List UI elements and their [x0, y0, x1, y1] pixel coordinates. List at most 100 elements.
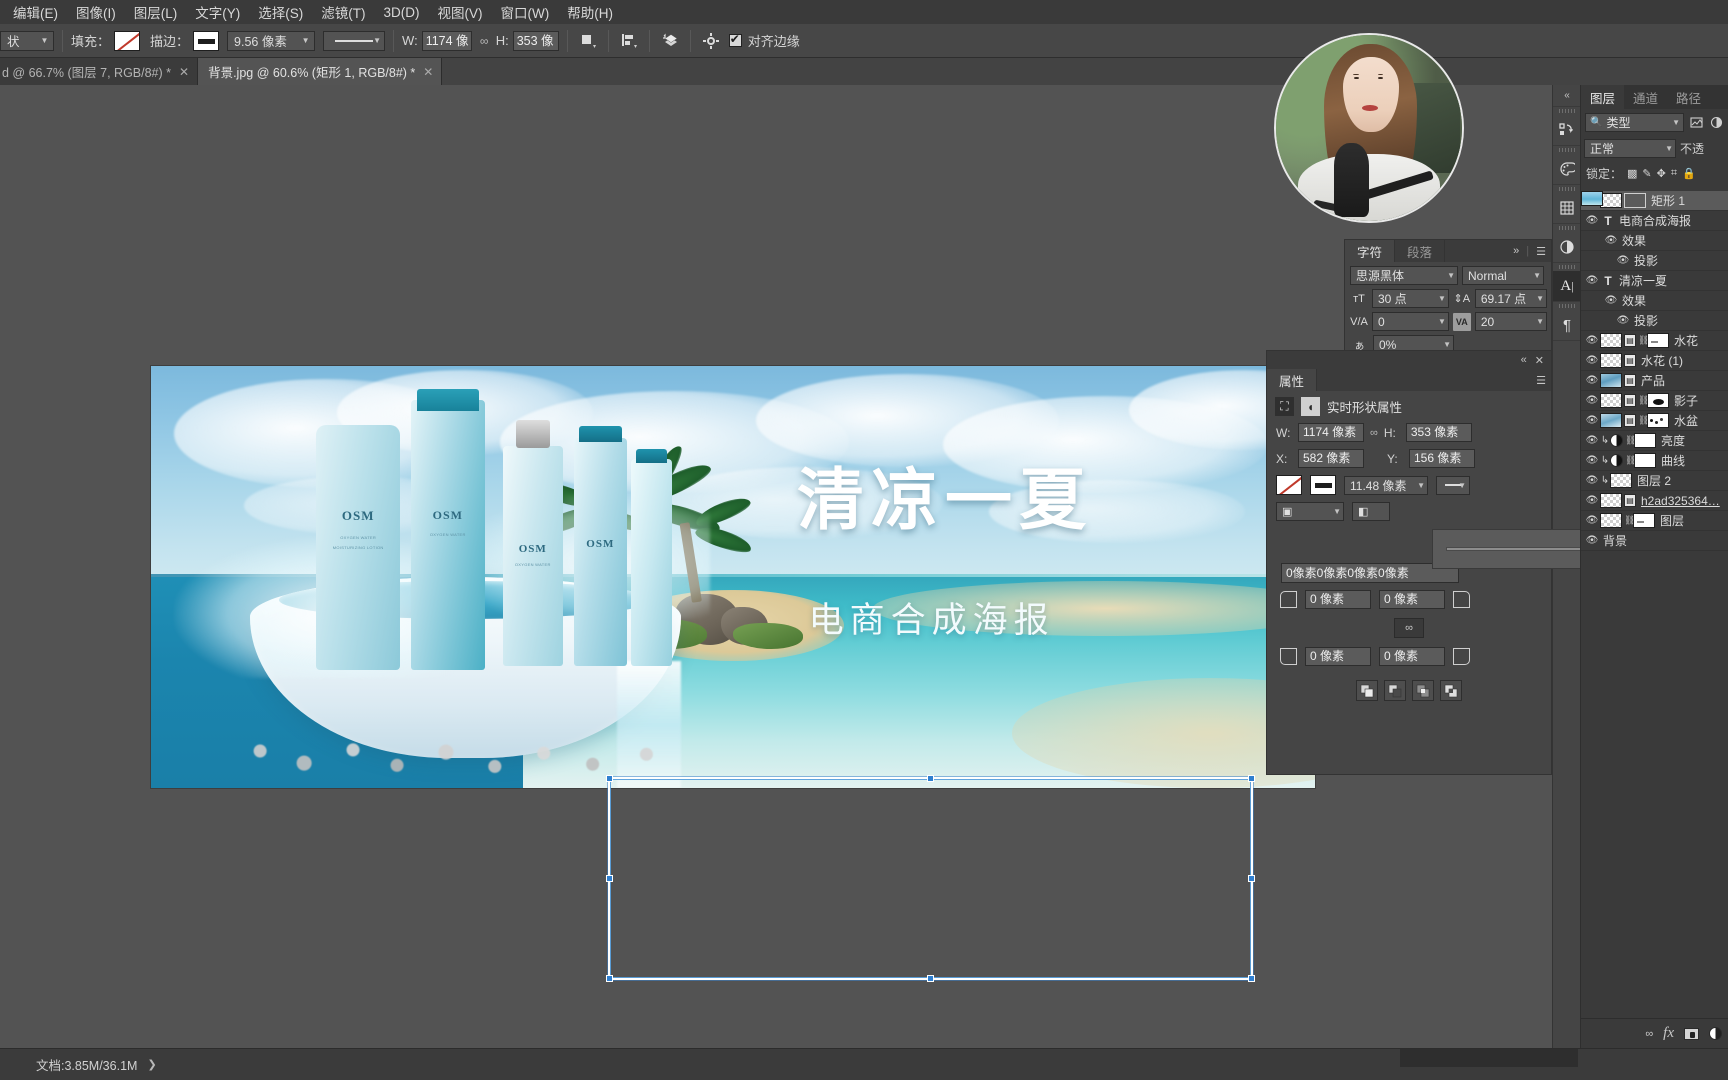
layer-name[interactable]: 水花 (1): [1641, 352, 1683, 369]
visibility-toggle-icon[interactable]: 👁: [1584, 513, 1600, 529]
leading-input[interactable]: 69.17 点 ▼: [1474, 289, 1547, 308]
panel-menu-icon[interactable]: ☰: [1536, 245, 1546, 258]
layer-name[interactable]: 亮度: [1661, 432, 1685, 449]
layer-name[interactable]: 矩形 1: [1651, 192, 1685, 209]
layer-name[interactable]: 曲线: [1661, 452, 1685, 469]
stroke-width-input[interactable]: 9.56 像素 ▼: [227, 30, 316, 51]
shape-height-input[interactable]: 353 像: [512, 30, 559, 51]
menu-item-filter[interactable]: 滤镜(T): [312, 0, 374, 24]
lock-image-icon[interactable]: ✎: [1642, 167, 1651, 180]
layer-filter-select[interactable]: 🔍 类型 ▼: [1585, 112, 1684, 132]
layer-thumbnail[interactable]: [1600, 493, 1622, 508]
menu-item-view[interactable]: 视图(V): [429, 0, 492, 24]
new-adjustment-icon[interactable]: [1709, 1027, 1722, 1040]
layer-name[interactable]: 影子: [1674, 392, 1698, 409]
layer-thumbnail[interactable]: [1581, 191, 1603, 206]
stroke-style-select[interactable]: ▼: [323, 30, 386, 51]
layer-effects-label[interactable]: 效果: [1622, 232, 1646, 249]
panel-menu-icon[interactable]: ☰: [1536, 374, 1546, 387]
layer-mask-thumbnail[interactable]: [1634, 433, 1656, 448]
adjustments-icon[interactable]: [1553, 232, 1581, 263]
resize-handle-top-left[interactable]: [606, 775, 613, 782]
document-canvas[interactable]: OSM OXYGEN WATER MOISTURIZING LOTION OSM…: [151, 366, 1315, 982]
menu-item-type[interactable]: 文字(Y): [186, 0, 249, 24]
menu-item-image[interactable]: 图像(I): [67, 0, 125, 24]
adjustment-filter-icon[interactable]: [1708, 114, 1724, 130]
visibility-toggle-icon[interactable]: 👁: [1584, 533, 1600, 549]
shape-y-input[interactable]: 156 像素: [1409, 449, 1475, 468]
layer-name[interactable]: 图层 2: [1637, 472, 1671, 489]
table-row[interactable]: 👁 ⛓ 图层: [1581, 511, 1728, 531]
layer-thumbnail[interactable]: [1600, 333, 1622, 348]
path-combine-icon[interactable]: [1356, 680, 1378, 701]
table-row[interactable]: 👁 效果: [1581, 291, 1728, 311]
link-mask-icon[interactable]: ⛓: [1625, 435, 1636, 446]
shape-x-input[interactable]: 582 像素: [1298, 449, 1364, 468]
collapse-icon[interactable]: «: [1521, 354, 1527, 366]
visibility-toggle-icon[interactable]: 👁: [1584, 473, 1600, 489]
visibility-toggle-icon[interactable]: 👁: [1584, 433, 1600, 449]
path-arrangement-icon[interactable]: [658, 29, 682, 53]
adjustment-layer-thumbnail[interactable]: [1610, 434, 1623, 447]
menu-item-layer[interactable]: 图层(L): [125, 0, 187, 24]
table-row[interactable]: 👁 T 清凉一夏: [1581, 271, 1728, 291]
visibility-toggle-icon[interactable]: 👁: [1584, 493, 1600, 509]
layer-mask-thumbnail[interactable]: [1647, 413, 1669, 428]
visibility-toggle-icon[interactable]: 👁: [1584, 373, 1600, 389]
layer-name[interactable]: 图层: [1660, 512, 1684, 529]
tab-layers[interactable]: 图层: [1581, 85, 1625, 109]
visibility-toggle-icon[interactable]: 👁: [1603, 233, 1619, 249]
visibility-toggle-icon[interactable]: 👁: [1615, 313, 1631, 329]
shape-height-input[interactable]: 353 像素: [1405, 423, 1472, 442]
layer-mask-thumbnail[interactable]: [1647, 333, 1669, 348]
tracking-input[interactable]: 20 ▼: [1474, 312, 1547, 331]
corner-bottom-left-input[interactable]: 0 像素: [1305, 647, 1371, 666]
lock-all-icon[interactable]: 🔒: [1682, 167, 1696, 180]
layer-thumbnail[interactable]: [1600, 373, 1622, 388]
layer-name[interactable]: 背景: [1603, 532, 1627, 549]
layers-list[interactable]: 👁 矩形 1 👁 T 电商合成海报 👁 效果 👁 投影 👁: [1581, 191, 1728, 1018]
visibility-toggle-icon[interactable]: 👁: [1615, 253, 1631, 269]
webcam-overlay[interactable]: [1274, 33, 1464, 223]
close-icon[interactable]: ✕: [1535, 354, 1544, 367]
table-row[interactable]: 👁 ▤ ⛓ 影子: [1581, 391, 1728, 411]
visibility-toggle-icon[interactable]: 👁: [1584, 273, 1600, 289]
table-row[interactable]: 👁 效果: [1581, 231, 1728, 251]
table-row[interactable]: 👁 ↳ ⛓ 曲线: [1581, 451, 1728, 471]
layer-name[interactable]: 水花: [1674, 332, 1698, 349]
path-subtract-icon[interactable]: [1384, 680, 1406, 701]
corner-top-right-input[interactable]: 0 像素: [1379, 590, 1445, 609]
history-actions-icon[interactable]: [1553, 115, 1581, 146]
close-icon[interactable]: ✕: [423, 65, 433, 79]
tool-mode-select[interactable]: 状 ▼: [0, 30, 54, 51]
path-operations-icon[interactable]: [576, 29, 600, 53]
shape-width-input[interactable]: 1174 像素: [1298, 423, 1364, 442]
corner-top-left-input[interactable]: 0 像素: [1305, 590, 1371, 609]
visibility-toggle-icon[interactable]: 👁: [1603, 293, 1619, 309]
kerning-input[interactable]: 0 ▼: [1371, 312, 1449, 331]
table-row[interactable]: 👁 投影: [1581, 311, 1728, 331]
table-row[interactable]: 👁 ↳ ⛓ 亮度: [1581, 431, 1728, 451]
chevron-double-right-icon[interactable]: »: [1513, 245, 1519, 257]
lock-position-icon[interactable]: ✥: [1657, 167, 1666, 180]
table-row[interactable]: 👁 T 电商合成海报: [1581, 211, 1728, 231]
menu-item-help[interactable]: 帮助(H): [558, 0, 622, 24]
font-style-select[interactable]: Normal ▼: [1462, 266, 1544, 285]
font-size-input[interactable]: 30 点 ▼: [1371, 289, 1449, 308]
font-family-select[interactable]: 思源黑体 ▼: [1350, 266, 1458, 285]
collapse-panel-icon[interactable]: «: [1553, 85, 1581, 107]
visibility-toggle-icon[interactable]: 👁: [1584, 213, 1600, 229]
layer-thumbnail[interactable]: [1600, 413, 1622, 428]
chevron-right-icon[interactable]: ❯: [147, 1058, 156, 1071]
document-tab-1[interactable]: d @ 66.7% (图层 7, RGB/8#) * ✕: [0, 58, 199, 85]
table-row[interactable]: 👁 ▤ h2ad325364…: [1581, 491, 1728, 511]
lock-artboard-icon[interactable]: ⌗: [1671, 167, 1677, 180]
resize-handle-bottom-left[interactable]: [606, 975, 613, 982]
fill-swatch[interactable]: [114, 30, 141, 51]
vector-mask-thumbnail[interactable]: [1624, 193, 1646, 208]
paragraph-icon[interactable]: ¶: [1553, 310, 1581, 341]
color-swatches-icon[interactable]: [1553, 154, 1581, 185]
resize-handle-bottom-right[interactable]: [1248, 975, 1255, 982]
visibility-toggle-icon[interactable]: 👁: [1584, 413, 1600, 429]
menu-item-3d[interactable]: 3D(D): [375, 3, 429, 22]
